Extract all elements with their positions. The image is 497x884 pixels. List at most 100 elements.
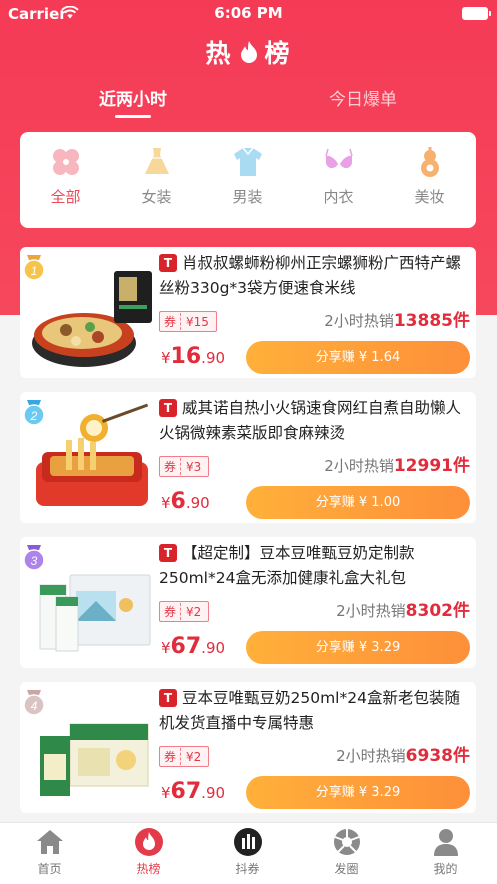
coupon-key: 券 xyxy=(160,458,182,475)
page-title: 热 榜 xyxy=(0,34,497,70)
tab-two-hours[interactable]: 近两小时 xyxy=(53,85,213,110)
nav-hot-list[interactable]: 热榜 xyxy=(99,827,198,877)
share-earn-button[interactable]: 分享赚 ¥ 3.29 xyxy=(246,631,470,664)
nav-home[interactable]: 首页 xyxy=(0,827,99,877)
sales-prefix: 2小时热销 xyxy=(324,312,394,330)
category-all[interactable]: 全部 xyxy=(20,146,111,207)
all-icon xyxy=(52,149,79,175)
nav-label: 首页 xyxy=(37,862,62,876)
category-men[interactable]: 男装 xyxy=(202,146,293,207)
nav-coupons[interactable]: 抖券 xyxy=(198,827,297,877)
product-title-text: 豆本豆唯甄豆奶250ml*24盒新老包装随机发货直播中专属特惠 xyxy=(159,689,460,732)
title-left: 热 xyxy=(205,39,233,68)
category-label: 男装 xyxy=(232,188,263,206)
dress-icon xyxy=(144,148,169,174)
sales-count: 13885件 xyxy=(393,311,470,331)
flame-icon xyxy=(134,828,163,856)
rank-badge-icon: 1 xyxy=(23,255,45,281)
price-decimal: .90 xyxy=(201,349,226,367)
price-integer: 6 xyxy=(170,489,186,514)
price-currency: ¥ xyxy=(161,349,171,367)
share-earn-button[interactable]: 分享赚 ¥ 1.00 xyxy=(246,486,470,519)
price: ¥67.90 xyxy=(161,634,225,659)
share-earn-button[interactable]: 分享赚 ¥ 3.29 xyxy=(246,776,470,809)
price-currency: ¥ xyxy=(161,784,171,802)
coupon-badge: 券 ¥2 xyxy=(159,601,210,622)
bottom-navigation: 首页 热榜 抖券 发圈 我的 xyxy=(0,822,497,884)
product-card[interactable]: 4 T 豆本豆唯甄豆奶250ml*24盒新老包装随机发货直播中专属特惠 券 ¥2 … xyxy=(20,682,476,813)
rank-number: 1 xyxy=(31,264,38,278)
coupon-badge: 券 ¥15 xyxy=(159,311,217,332)
coupon-key: 券 xyxy=(160,603,182,620)
product-card[interactable]: 3 T 【超定制】豆本豆唯甄豆奶定制款250ml*24盒无添加健康礼盒大礼包 券 … xyxy=(20,537,476,668)
price-integer: 67 xyxy=(170,634,202,659)
home-icon xyxy=(36,830,63,854)
category-beauty[interactable]: 美妆 xyxy=(384,146,475,207)
title-right: 榜 xyxy=(264,39,292,68)
price: ¥67.90 xyxy=(161,779,225,804)
coupon-value: ¥2 xyxy=(186,749,202,764)
tab-indicator xyxy=(115,115,151,118)
clock: 6:06 PM xyxy=(214,4,283,22)
category-underwear[interactable]: 内衣 xyxy=(293,146,384,207)
tmall-badge-icon: T xyxy=(159,689,177,707)
shirt-icon xyxy=(233,147,262,176)
price-integer: 67 xyxy=(170,779,202,804)
bra-icon xyxy=(324,148,353,169)
coupon-value: ¥3 xyxy=(186,459,202,474)
category-bar: 全部 女装 男装 内衣 美妆 xyxy=(20,132,476,228)
sales-count: 6938件 xyxy=(405,746,470,766)
flame-icon xyxy=(240,41,257,63)
product-title-text: 肖叔叔螺蛳粉柳州正宗螺狮粉广西特产螺丝粉330g*3袋方便速食米线 xyxy=(159,254,462,297)
category-women[interactable]: 女装 xyxy=(111,146,202,207)
coupon-value: ¥15 xyxy=(186,314,209,329)
status-bar: Carrier 6:06 PM xyxy=(0,0,497,26)
sales-info: 2小时热销12991件 xyxy=(324,451,470,476)
coupon-badge: 券 ¥2 xyxy=(159,746,210,767)
nav-profile[interactable]: 我的 xyxy=(396,827,495,877)
aperture-icon xyxy=(333,829,360,855)
rank-number: 2 xyxy=(30,409,38,423)
share-earn-button[interactable]: 分享赚 ¥ 1.64 xyxy=(246,341,470,374)
sales-info: 2小时热销6938件 xyxy=(336,741,470,766)
gourd-icon xyxy=(420,147,439,177)
battery-icon xyxy=(462,7,491,20)
category-label: 女装 xyxy=(141,188,172,206)
coupon-key: 券 xyxy=(160,313,182,330)
nav-label: 抖券 xyxy=(235,862,260,876)
price-decimal: .90 xyxy=(185,494,210,512)
product-title: T 威其诺自热小火锅速食网红自煮自助懒人火锅微辣素菜版即食麻辣烫 xyxy=(159,396,471,446)
sales-prefix: 2小时热销 xyxy=(324,457,394,475)
nav-label: 热榜 xyxy=(136,862,161,876)
category-label: 全部 xyxy=(50,188,81,206)
sales-prefix: 2小时热销 xyxy=(336,747,406,765)
user-icon xyxy=(433,829,458,856)
coupon-badge: 券 ¥3 xyxy=(159,456,210,477)
product-title: T 豆本豆唯甄豆奶250ml*24盒新老包装随机发货直播中专属特惠 xyxy=(159,686,471,736)
tmall-badge-icon: T xyxy=(159,254,177,272)
coupon-key: 券 xyxy=(160,748,182,765)
tab-today[interactable]: 今日爆单 xyxy=(283,85,443,110)
product-card[interactable]: 1 T 肖叔叔螺蛳粉柳州正宗螺狮粉广西特产螺丝粉330g*3袋方便速食米线 券 ¥… xyxy=(20,247,476,378)
rank-badge-icon: 3 xyxy=(23,545,45,571)
nav-label: 发圈 xyxy=(334,862,359,876)
price-decimal: .90 xyxy=(201,784,226,802)
rank-badge-icon: 2 xyxy=(23,400,45,426)
rank-number: 4 xyxy=(31,699,38,713)
price: ¥6.90 xyxy=(161,489,210,514)
sales-count: 8302件 xyxy=(405,601,470,621)
price: ¥16.90 xyxy=(161,344,225,369)
nav-label: 我的 xyxy=(433,862,458,876)
price-currency: ¥ xyxy=(161,494,171,512)
time-tabs: 近两小时 今日爆单 xyxy=(0,85,497,125)
sales-info: 2小时热销13885件 xyxy=(324,306,470,331)
sales-prefix: 2小时热销 xyxy=(336,602,406,620)
sales-count: 12991件 xyxy=(393,456,470,476)
product-card[interactable]: 2 T 威其诺自热小火锅速食网红自煮自助懒人火锅微辣素菜版即食麻辣烫 券 ¥3 2… xyxy=(20,392,476,523)
sales-info: 2小时热销8302件 xyxy=(336,596,470,621)
product-title: T 肖叔叔螺蛳粉柳州正宗螺狮粉广西特产螺丝粉330g*3袋方便速食米线 xyxy=(159,251,471,301)
category-label: 内衣 xyxy=(323,188,354,206)
price-decimal: .90 xyxy=(201,639,226,657)
nav-moments[interactable]: 发圈 xyxy=(297,827,396,877)
product-title: T 【超定制】豆本豆唯甄豆奶定制款250ml*24盒无添加健康礼盒大礼包 xyxy=(159,541,471,591)
